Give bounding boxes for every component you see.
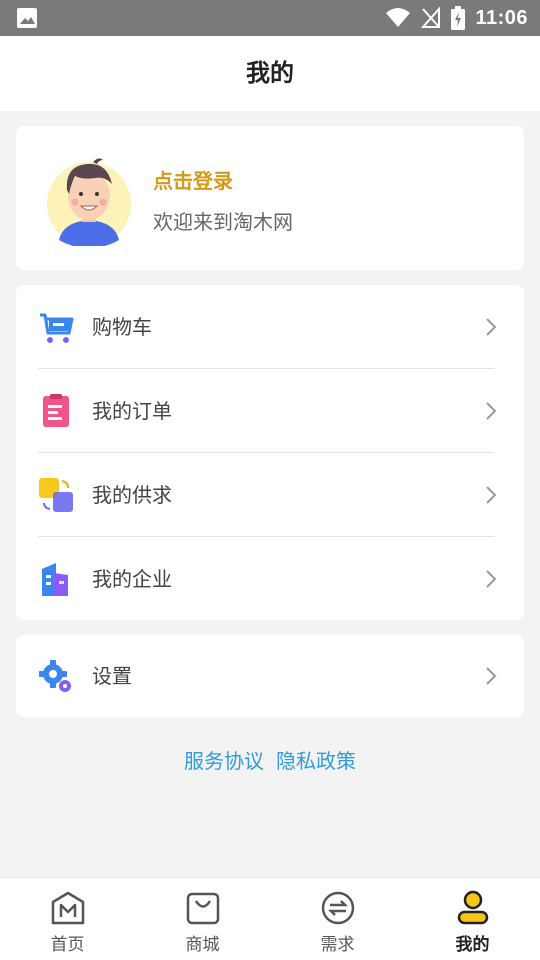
battery-charging-icon [451,6,466,30]
tab-label: 首页 [50,935,85,955]
menu-item-label: 购物车 [92,315,152,339]
tab-home[interactable]: 首页 [0,878,135,960]
wifi-icon [386,8,411,27]
exchange-icon [321,891,354,925]
menu-item-label: 我的订单 [92,399,172,423]
menu-item-enterprise[interactable]: 我的企业 [16,537,524,621]
welcome-text: 欢迎来到淘木网 [153,210,293,234]
menu-item-label: 设置 [92,664,132,688]
menu-item-orders[interactable]: 我的订单 [16,369,524,453]
login-button[interactable]: 点击登录 [153,165,233,194]
menu-item-settings[interactable]: 设置 [16,635,524,717]
no-signal-icon [421,7,441,28]
status-time: 11:06 [475,6,528,29]
status-bar: 11:06 [0,0,540,36]
app-header: 我的 [0,36,540,111]
menu-item-label: 我的企业 [92,567,172,591]
tab-mall[interactable]: 商城 [135,878,270,960]
privacy-policy-link[interactable]: 隐私政策 [276,749,356,773]
chevron-right-icon [486,667,497,685]
home-m-icon [51,891,84,925]
menu-item-label: 我的供求 [92,483,172,507]
tab-label: 我的 [455,935,490,955]
service-agreement-link[interactable]: 服务协议 [184,749,264,773]
legal-links: 服务协议 隐私政策 [0,745,540,774]
enterprise-building-icon [42,563,68,596]
settings-card: 设置 [16,635,524,717]
chevron-right-icon [486,318,497,336]
profile-card[interactable]: 点击登录 欢迎来到淘木网 [16,126,524,270]
chevron-right-icon [486,402,497,420]
shopping-bag-icon [186,892,219,925]
menu-item-supply-demand[interactable]: 我的供求 [16,453,524,537]
menu-card: 购物车 我的订单 我的供求 我的企业 [16,285,524,620]
shopping-cart-icon [40,313,74,343]
chevron-right-icon [486,486,497,504]
tab-label: 商城 [185,935,220,955]
chevron-right-icon [486,570,497,588]
tab-label: 需求 [320,935,355,955]
settings-gear-icon [39,660,71,692]
user-avatar-icon[interactable] [45,154,133,246]
supply-demand-icon [39,478,73,512]
order-clipboard-icon [43,394,69,427]
page-title: 我的 [246,59,294,87]
tab-demand[interactable]: 需求 [270,878,405,960]
menu-item-cart[interactable]: 购物车 [16,285,524,369]
profile-person-icon [457,890,488,925]
bottom-tab-bar: 首页 商城 需求 我的 [0,877,540,960]
image-icon [17,8,37,28]
tab-mine[interactable]: 我的 [405,878,540,960]
